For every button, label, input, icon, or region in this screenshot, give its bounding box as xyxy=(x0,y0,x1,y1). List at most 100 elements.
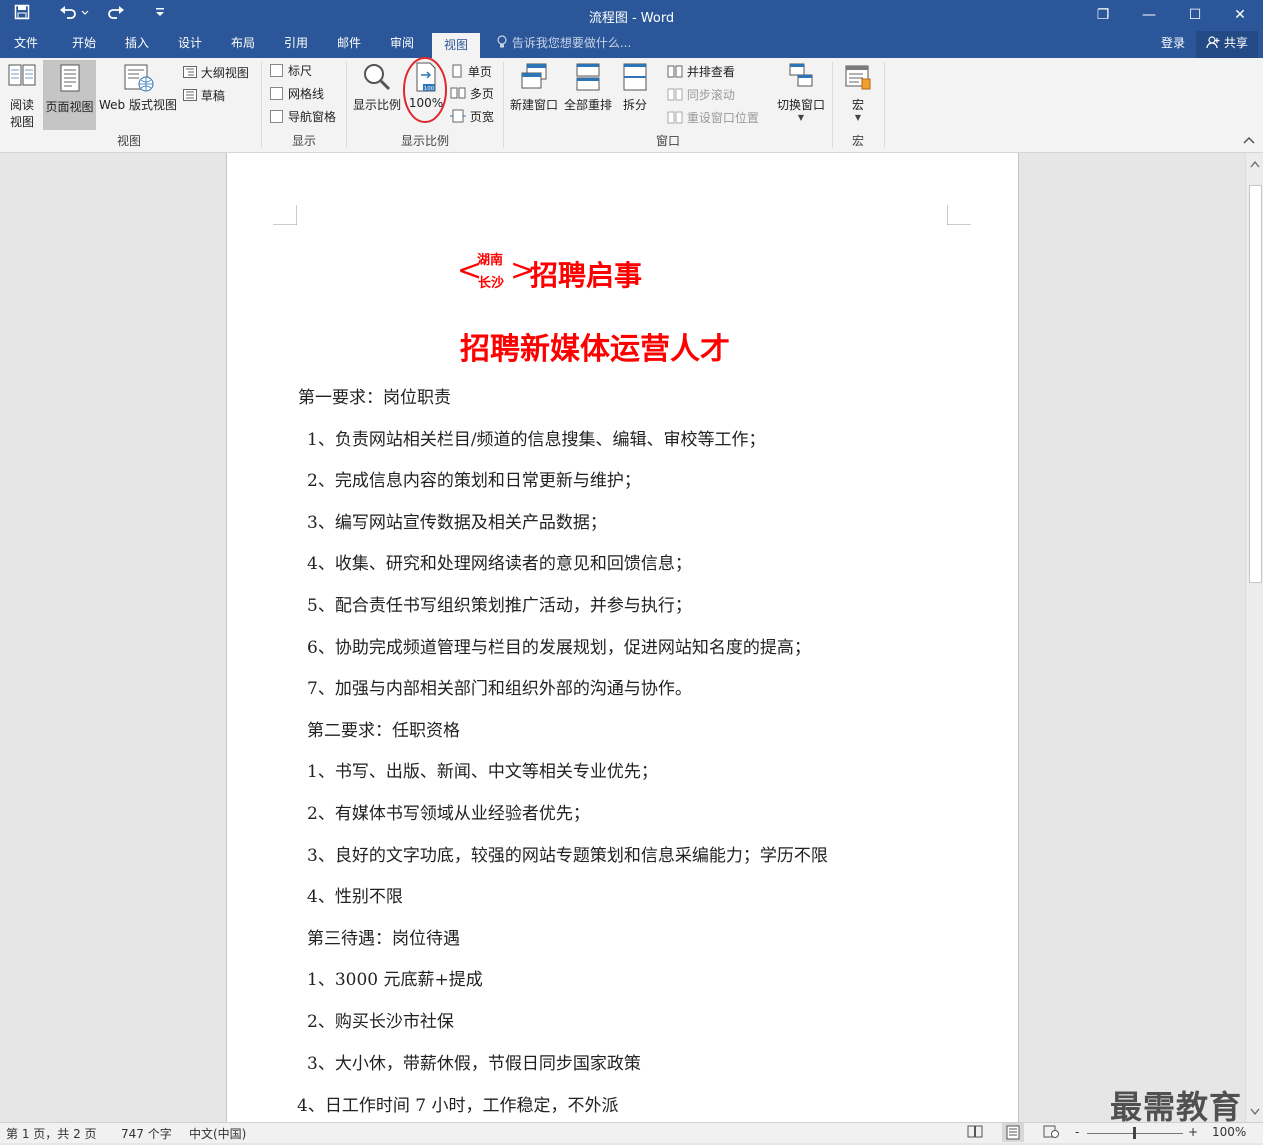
page-count[interactable]: 第 1 页，共 2 页 xyxy=(6,1125,97,1142)
draft-icon xyxy=(183,89,197,103)
outline-view-button[interactable]: 大纲视图 xyxy=(183,63,249,83)
ruler-label: 标尺 xyxy=(288,64,313,78)
page-width-button[interactable]: 页宽 xyxy=(450,107,494,127)
reset-position-button[interactable]: 重设窗口位置 xyxy=(667,108,759,128)
nav-pane-label: 导航窗格 xyxy=(288,110,337,124)
web-layout-status-icon[interactable] xyxy=(1043,1125,1059,1141)
dropdown-arrow-icon: ▼ xyxy=(797,113,805,122)
gridlines-label: 网格线 xyxy=(288,87,325,101)
tab-references[interactable]: 引用 xyxy=(274,31,318,58)
signin-link[interactable]: 登录 xyxy=(1150,31,1196,58)
web-layout-label: Web 版式视图 xyxy=(99,98,177,112)
word-count[interactable]: 747 个字 xyxy=(121,1125,172,1142)
draft-label: 草稿 xyxy=(200,89,225,103)
zoom-out-button[interactable]: - xyxy=(1075,1125,1079,1139)
read-mode-label-2: 视图 xyxy=(9,115,34,129)
group-divider xyxy=(346,62,347,148)
group-label-views: 视图 xyxy=(116,134,141,148)
group-divider xyxy=(884,62,885,148)
split-button[interactable]: 拆分 xyxy=(616,61,654,113)
paragraph-line: 4、性别不限 xyxy=(307,887,403,907)
ruler-checkbox[interactable]: 标尺 xyxy=(270,61,312,81)
switch-windows-icon xyxy=(774,61,828,96)
paragraph-line: 1、3000 元底薪+提成 xyxy=(307,970,483,990)
sync-scroll-icon xyxy=(667,88,683,102)
new-window-button[interactable]: 新建窗口 xyxy=(508,61,560,113)
arrange-all-icon xyxy=(562,61,614,96)
language[interactable]: 中文(中国) xyxy=(189,1125,246,1142)
paragraph-line: 3、大小休，带薪休假，节假日同步国家政策 xyxy=(307,1054,641,1074)
document-page[interactable]: < 湖南 长沙 > 招聘启事 招聘新媒体运营人才 第一要求：岗位职责 1、负责网… xyxy=(226,153,1019,1122)
read-mode-status-icon[interactable] xyxy=(967,1125,983,1141)
maximize-button[interactable]: ☐ xyxy=(1172,0,1218,31)
paragraph-line: 1、书写、出版、新闻、中文等相关专业优先； xyxy=(307,762,658,782)
group-divider xyxy=(261,62,262,148)
document-area[interactable]: < 湖南 长沙 > 招聘启事 招聘新媒体运营人才 第一要求：岗位职责 1、负责网… xyxy=(0,153,1245,1122)
crop-mark-right xyxy=(947,205,971,225)
tab-layout[interactable]: 布局 xyxy=(221,31,265,58)
tab-review[interactable]: 审阅 xyxy=(380,31,424,58)
highlight-circle xyxy=(403,57,447,123)
switch-windows-label: 切换窗口 xyxy=(776,98,825,112)
section-heading: 第一要求：岗位职责 xyxy=(298,388,451,408)
title-bar: 流程图 - Word ❐ — ☐ ✕ xyxy=(0,0,1263,31)
tab-design[interactable]: 设计 xyxy=(168,31,212,58)
nav-pane-checkbox[interactable]: 导航窗格 xyxy=(270,107,336,127)
sync-scroll-button[interactable]: 同步滚动 xyxy=(667,85,735,105)
group-label-macros: 宏 xyxy=(851,134,864,148)
vertical-scrollbar[interactable] xyxy=(1245,153,1263,1122)
draft-view-button[interactable]: 草稿 xyxy=(183,86,225,106)
switch-windows-button[interactable]: 切换窗口 ▼ xyxy=(774,61,828,123)
group-label-show: 显示 xyxy=(291,134,316,148)
print-layout-status-icon[interactable] xyxy=(1002,1123,1024,1142)
person-add-icon xyxy=(1206,36,1224,50)
zoom-slider-thumb[interactable] xyxy=(1133,1127,1136,1139)
multi-page-icon xyxy=(450,87,466,101)
sync-scroll-label: 同步滚动 xyxy=(686,88,735,102)
zoom-button[interactable]: 显示比例 xyxy=(350,61,404,113)
split-icon xyxy=(616,61,654,96)
crop-mark-left xyxy=(273,205,297,225)
scroll-down-icon[interactable] xyxy=(1250,1105,1260,1119)
one-page-button[interactable]: 单页 xyxy=(450,62,492,82)
ribbon: 阅读 视图 页面视图 Web 版式视图 大纲视图 草稿 视图 标尺 网格线 导航… xyxy=(0,57,1263,153)
paragraph-line: 2、有媒体书写领域从业经验者优先； xyxy=(307,804,590,824)
print-layout-button[interactable]: 页面视图 xyxy=(43,60,96,130)
web-layout-button[interactable]: Web 版式视图 xyxy=(97,61,179,113)
arrange-all-button[interactable]: 全部重排 xyxy=(562,61,614,113)
outline-icon xyxy=(183,66,197,80)
macro-icon xyxy=(838,61,878,96)
paragraph-line: 5、配合责任书写组织策划推广活动，并参与执行； xyxy=(307,596,692,616)
tell-me-search[interactable]: 告诉我您想要做什么... xyxy=(496,31,631,58)
checkbox-icon xyxy=(270,110,283,123)
window-title: 流程图 - Word xyxy=(588,11,675,26)
ribbon-display-options-icon[interactable]: ❐ xyxy=(1080,0,1126,31)
tab-home[interactable]: 开始 xyxy=(62,31,106,58)
web-page-icon xyxy=(97,61,179,96)
paragraph-line: 3、编写网站宣传数据及相关产品数据； xyxy=(307,513,607,533)
page-width-label: 页宽 xyxy=(469,110,494,124)
tab-insert[interactable]: 插入 xyxy=(115,31,159,58)
share-button[interactable]: 共享 xyxy=(1196,31,1258,58)
magnifier-icon xyxy=(350,61,404,96)
macros-button[interactable]: 宏 ▼ xyxy=(838,61,878,123)
one-page-icon xyxy=(450,64,464,79)
read-mode-button[interactable]: 阅读 视图 xyxy=(2,61,42,130)
minimize-button[interactable]: — xyxy=(1126,0,1172,31)
new-window-label: 新建窗口 xyxy=(509,98,558,112)
collapse-ribbon-icon[interactable] xyxy=(1243,134,1255,147)
tell-me-text: 告诉我您想要做什么... xyxy=(511,36,632,50)
paragraph-line: 3、良好的文字功底，较强的网站专题策划和信息采编能力；学历不限 xyxy=(307,846,828,866)
close-button[interactable]: ✕ xyxy=(1217,0,1263,31)
scroll-up-icon[interactable] xyxy=(1250,157,1260,171)
tab-mailings[interactable]: 邮件 xyxy=(327,31,371,58)
paragraph-line: 2、购买长沙市社保 xyxy=(307,1012,454,1032)
scroll-thumb[interactable] xyxy=(1249,185,1262,583)
side-by-side-button[interactable]: 并排查看 xyxy=(667,62,735,82)
multi-page-button[interactable]: 多页 xyxy=(450,84,494,104)
multi-page-label: 多页 xyxy=(469,87,494,101)
lightbulb-icon xyxy=(496,35,512,50)
macros-label: 宏 xyxy=(851,98,864,112)
gridlines-checkbox[interactable]: 网格线 xyxy=(270,84,324,104)
tab-file[interactable]: 文件 xyxy=(4,31,48,58)
